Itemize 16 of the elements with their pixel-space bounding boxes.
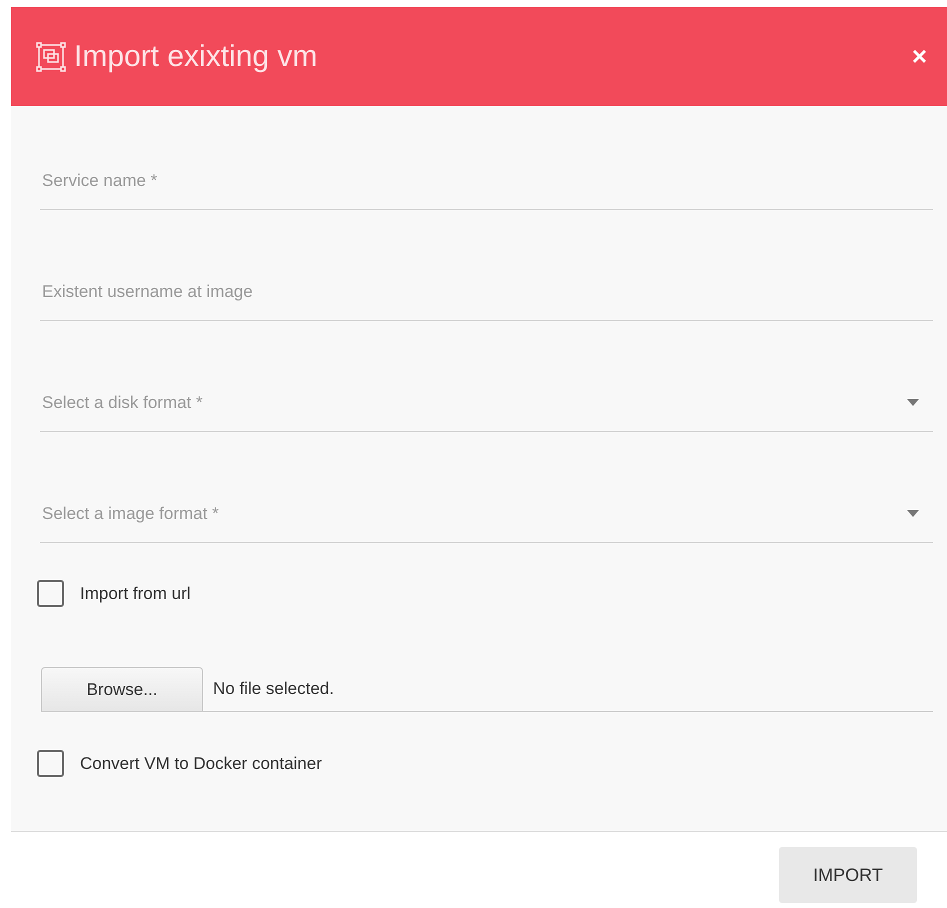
window-icon — [36, 42, 66, 72]
select-field[interactable]: Select a image format * — [42, 504, 907, 524]
close-button[interactable]: × — [912, 41, 927, 72]
import-button[interactable]: IMPORT — [779, 847, 917, 903]
input-field[interactable]: Existent username at image — [42, 282, 931, 302]
checkbox[interactable] — [37, 580, 64, 607]
select-field[interactable]: Select a disk format * — [42, 392, 907, 412]
checkbox[interactable] — [37, 750, 64, 777]
caret-icon — [907, 510, 919, 517]
checkbox-label: Import from url — [80, 584, 191, 604]
browse-button[interactable]: Browse... — [41, 667, 203, 711]
checkbox-label: Convert VM to Docker container — [80, 754, 322, 774]
dialog-title: Import exixting vm — [74, 40, 318, 74]
caret-icon — [907, 399, 919, 406]
file-status: No file selected. — [213, 679, 334, 699]
input-field[interactable]: Service name * — [42, 170, 931, 190]
